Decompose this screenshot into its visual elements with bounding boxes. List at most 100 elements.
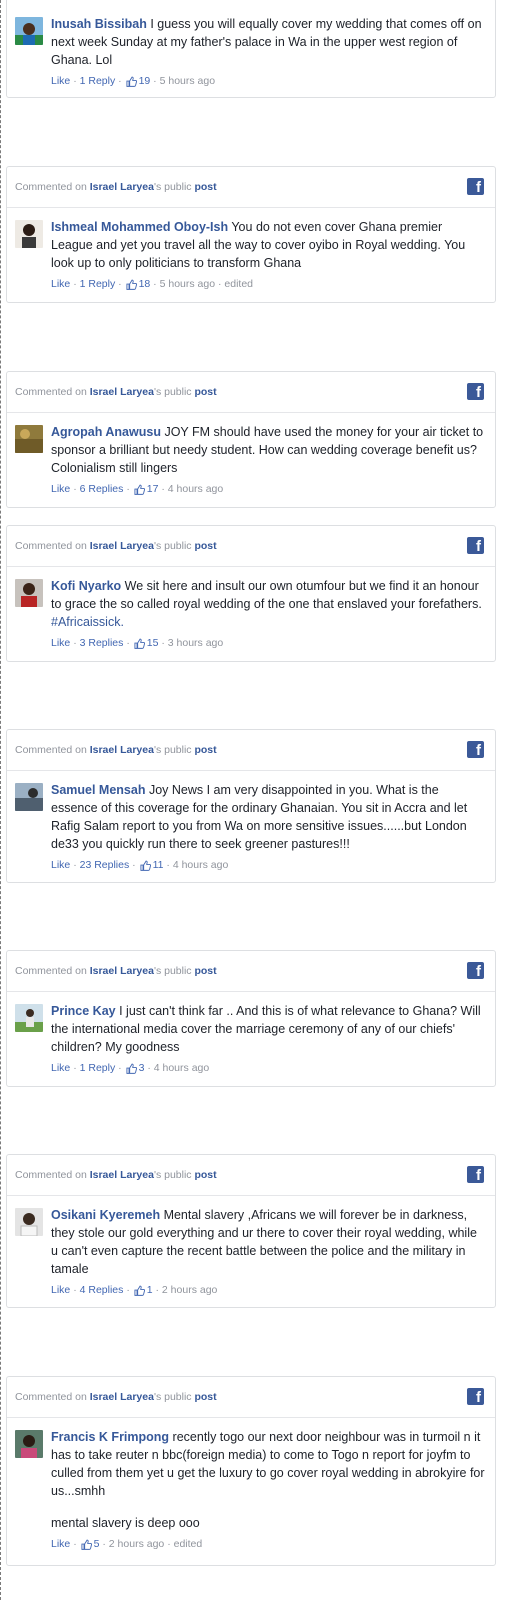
facebook-logo-icon[interactable]: f xyxy=(467,1166,484,1183)
like-count[interactable]: 1 xyxy=(147,1284,153,1296)
meta-separator: · xyxy=(73,278,77,290)
replies-link[interactable]: 1 Reply xyxy=(80,278,116,290)
comment-body-paragraph: mental slavery is deep ooo xyxy=(51,1516,200,1530)
like-count[interactable]: 17 xyxy=(147,483,159,495)
avatar-image xyxy=(15,1004,43,1032)
comment-author[interactable]: Agropah Anawusu xyxy=(51,425,161,439)
comment-time[interactable]: 5 hours ago xyxy=(160,278,215,290)
replies-link[interactable]: 3 Replies xyxy=(80,637,124,649)
comment-text: Osikani Kyeremeh Mental slavery ,African… xyxy=(51,1206,487,1278)
comment-time[interactable]: 4 hours ago xyxy=(173,859,228,871)
post-link[interactable]: post xyxy=(194,965,216,977)
comment-time[interactable]: 4 hours ago xyxy=(154,1062,209,1074)
meta-separator: · xyxy=(167,1538,171,1550)
like-link[interactable]: Like xyxy=(51,483,70,495)
thumbs-up-icon[interactable] xyxy=(134,484,145,500)
like-count[interactable]: 15 xyxy=(147,637,159,649)
post-link[interactable]: post xyxy=(194,386,216,398)
replies-link[interactable]: 1 Reply xyxy=(80,75,116,87)
edited-label: edited xyxy=(173,1538,203,1550)
comment-author[interactable]: Francis K Frimpong xyxy=(51,1430,169,1444)
post-link[interactable]: post xyxy=(194,1391,216,1403)
thumbs-up-icon[interactable] xyxy=(126,76,137,92)
page-name-link[interactable]: Israel Laryea xyxy=(90,1391,154,1403)
page-name-link[interactable]: Israel Laryea xyxy=(90,744,154,756)
meta-separator: · xyxy=(126,483,130,495)
facebook-logo-icon[interactable]: f xyxy=(467,1388,484,1405)
comment-card: Commented on Israel Laryea's public post… xyxy=(6,1154,496,1308)
facebook-logo-icon[interactable]: f xyxy=(467,741,484,758)
page-name-link[interactable]: Israel Laryea xyxy=(90,540,154,552)
comment-author[interactable]: Prince Kay xyxy=(51,1004,116,1018)
like-count[interactable]: 5 xyxy=(94,1538,100,1550)
like-link[interactable]: Like xyxy=(51,1062,70,1074)
replies-link[interactable]: 1 Reply xyxy=(80,1062,116,1074)
replies-link[interactable]: 4 Replies xyxy=(80,1284,124,1296)
thumbs-up-icon[interactable] xyxy=(134,1285,145,1301)
avatar[interactable] xyxy=(15,1430,43,1458)
like-link[interactable]: Like xyxy=(51,1538,70,1550)
facebook-logo-icon[interactable]: f xyxy=(467,383,484,400)
header-possessive: 's public xyxy=(153,386,192,398)
hashtag-link[interactable]: #Africaissick. xyxy=(51,615,124,629)
avatar[interactable] xyxy=(15,425,43,453)
replies-link[interactable]: 6 Replies xyxy=(80,483,124,495)
thumbs-up-icon[interactable] xyxy=(81,1539,92,1555)
comment-author[interactable]: Osikani Kyeremeh xyxy=(51,1208,160,1222)
meta-separator: · xyxy=(147,1062,151,1074)
post-link[interactable]: post xyxy=(194,1169,216,1181)
header-prefix: Commented on xyxy=(15,386,87,398)
page-name-link[interactable]: Israel Laryea xyxy=(90,1169,154,1181)
header-prefix: Commented on xyxy=(15,1391,87,1403)
page-name-link[interactable]: Israel Laryea xyxy=(90,181,154,193)
comment-author[interactable]: Ishmeal Mohammed Oboy-Ish xyxy=(51,220,228,234)
facebook-logo-icon[interactable]: f xyxy=(467,962,484,979)
comment-time[interactable]: 2 hours ago xyxy=(162,1284,217,1296)
comment-time[interactable]: 2 hours ago xyxy=(109,1538,164,1550)
thumbs-up-icon[interactable] xyxy=(134,638,145,654)
meta-separator: · xyxy=(102,1538,106,1550)
thumbs-up-icon[interactable] xyxy=(140,860,151,876)
avatar[interactable] xyxy=(15,1208,43,1236)
avatar[interactable] xyxy=(15,579,43,607)
post-link[interactable]: post xyxy=(194,181,216,193)
like-count[interactable]: 3 xyxy=(139,1062,145,1074)
card-header: Commented on Israel Laryea's public post… xyxy=(7,372,495,413)
comment-author[interactable]: Samuel Mensah xyxy=(51,783,145,797)
avatar[interactable] xyxy=(15,1004,43,1032)
page-name-link[interactable]: Israel Laryea xyxy=(90,386,154,398)
post-link[interactable]: post xyxy=(194,540,216,552)
avatar[interactable] xyxy=(15,17,43,45)
comment-time[interactable]: 5 hours ago xyxy=(160,75,215,87)
avatar[interactable] xyxy=(15,783,43,811)
thumbs-up-icon[interactable] xyxy=(126,1063,137,1079)
comment-meta: Like · 6 Replies · 17 · 4 hours ago xyxy=(51,481,487,500)
replies-link[interactable]: 23 Replies xyxy=(80,859,130,871)
like-count[interactable]: 11 xyxy=(153,859,164,871)
avatar[interactable] xyxy=(15,220,43,248)
comment: Agropah Anawusu JOY FM should have used … xyxy=(7,413,495,508)
like-count[interactable]: 18 xyxy=(139,278,151,290)
meta-separator: · xyxy=(217,278,222,290)
facebook-logo-icon[interactable]: f xyxy=(467,178,484,195)
comment-card: Commented on Israel Laryea's public post… xyxy=(6,371,496,508)
like-link[interactable]: Like xyxy=(51,75,70,87)
like-link[interactable]: Like xyxy=(51,1284,70,1296)
comment: Ishmeal Mohammed Oboy-Ish You do not eve… xyxy=(7,208,495,303)
page-name-link[interactable]: Israel Laryea xyxy=(90,965,154,977)
comment-time[interactable]: 3 hours ago xyxy=(168,637,223,649)
comment-author[interactable]: Inusah Bissibah xyxy=(51,17,147,31)
like-link[interactable]: Like xyxy=(51,278,70,290)
thumbs-up-icon[interactable] xyxy=(126,279,137,295)
like-link[interactable]: Like xyxy=(51,637,70,649)
comment: Prince Kay I just can't think far .. And… xyxy=(7,992,495,1087)
facebook-logo-icon[interactable]: f xyxy=(467,537,484,554)
meta-separator: · xyxy=(126,1284,130,1296)
comment-time[interactable]: 4 hours ago xyxy=(168,483,223,495)
header-possessive: 's public xyxy=(153,744,192,756)
like-link[interactable]: Like xyxy=(51,859,70,871)
like-count[interactable]: 19 xyxy=(139,75,151,87)
comment: Francis K Frimpong recently togo our nex… xyxy=(7,1418,495,1563)
comment-author[interactable]: Kofi Nyarko xyxy=(51,579,121,593)
post-link[interactable]: post xyxy=(194,744,216,756)
